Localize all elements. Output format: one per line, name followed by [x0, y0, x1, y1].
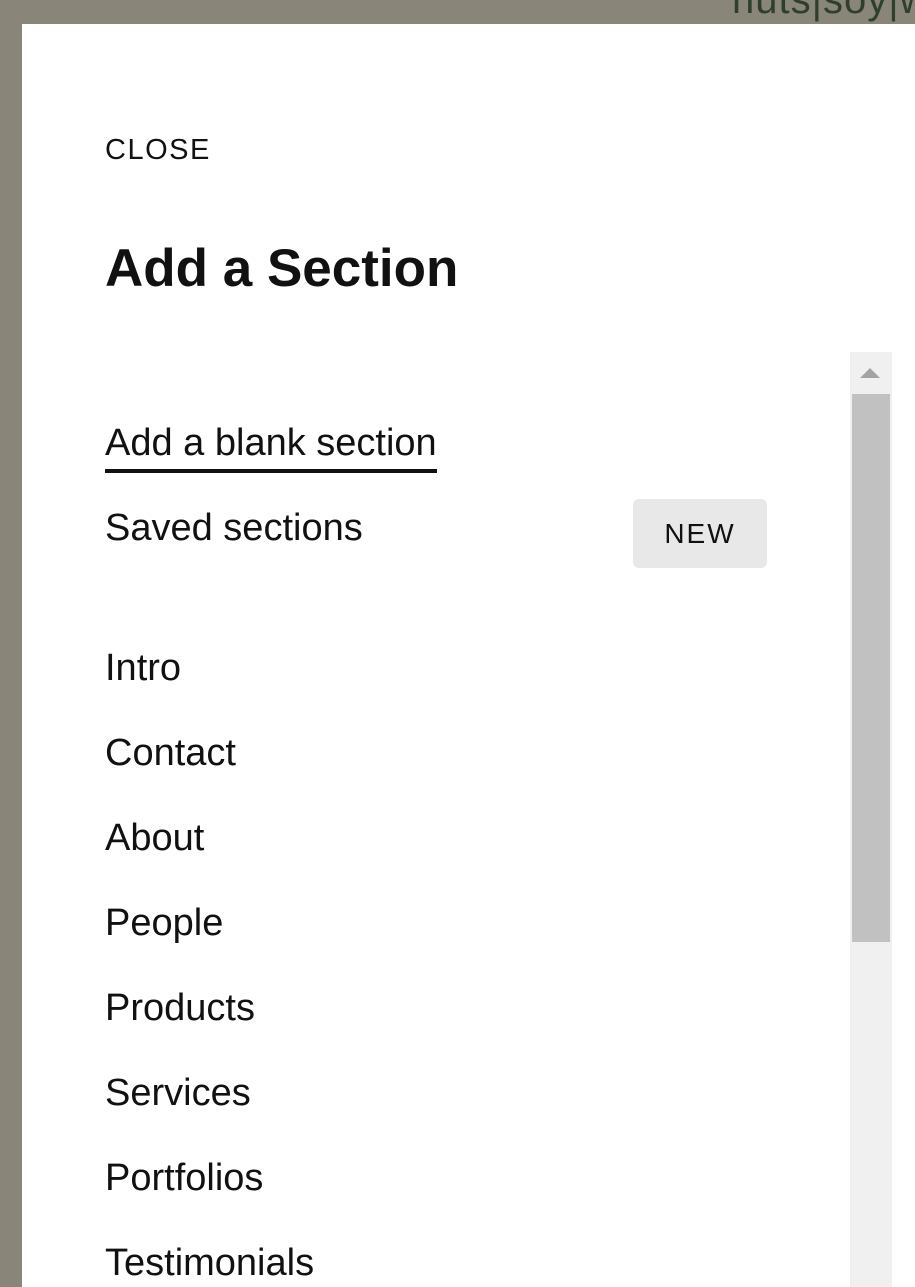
category-about[interactable]: About [105, 817, 204, 860]
scrollbar-thumb[interactable] [852, 394, 890, 942]
tab-add-blank-section[interactable]: Add a blank section [105, 422, 437, 473]
category-intro[interactable]: Intro [105, 647, 181, 690]
category-contact[interactable]: Contact [105, 732, 236, 775]
add-section-panel: CLOSE Add a Section Add a blank section … [22, 24, 915, 1287]
category-people[interactable]: People [105, 902, 223, 945]
scroll-up-arrow-icon[interactable] [860, 368, 880, 378]
new-badge: NEW [633, 499, 767, 568]
category-services[interactable]: Services [105, 1072, 251, 1115]
panel-title: Add a Section [105, 239, 459, 298]
scrollbar[interactable] [850, 352, 892, 1287]
category-products[interactable]: Products [105, 987, 255, 1030]
close-button[interactable]: CLOSE [105, 134, 211, 167]
category-portfolios[interactable]: Portfolios [105, 1157, 263, 1200]
category-testimonials[interactable]: Testimonials [105, 1242, 314, 1285]
tab-saved-sections[interactable]: Saved sections [105, 507, 363, 550]
background-page-text: nuts|soy|w [732, 0, 915, 22]
